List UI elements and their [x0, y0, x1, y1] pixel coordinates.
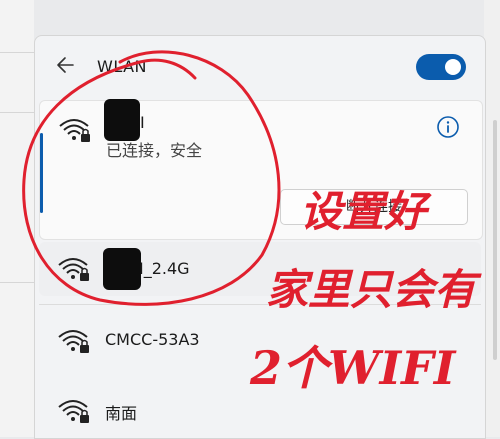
- back-arrow-icon[interactable]: [55, 54, 77, 76]
- network-name: 南面: [105, 404, 138, 423]
- wifi-secured-icon: [58, 330, 89, 353]
- background-divider: [0, 52, 34, 53]
- scrollbar[interactable]: [493, 120, 497, 360]
- background-divider: [0, 282, 34, 283]
- connection-status: 已连接，安全: [106, 141, 203, 160]
- background-scroll-area: [484, 0, 500, 437]
- wifi-secured-icon: [58, 400, 89, 423]
- info-icon[interactable]: [436, 115, 460, 139]
- toggle-knob: [445, 59, 461, 75]
- annotation-line-1: 设置好: [300, 187, 427, 236]
- wifi-secured-icon: [59, 119, 90, 142]
- annotation-line-3: 2个WIFI: [250, 341, 456, 395]
- page-title: WLAN: [97, 57, 148, 76]
- wifi-secured-icon: [58, 258, 89, 281]
- redaction-mark: [104, 99, 140, 141]
- annotation-line-2: 家里只会有: [266, 265, 477, 314]
- redaction-mark: [103, 248, 141, 290]
- wlan-toggle[interactable]: [416, 54, 466, 80]
- background-divider: [0, 112, 34, 113]
- wlan-header: WLAN: [35, 36, 485, 94]
- background-window-edge: [0, 0, 34, 437]
- selected-indicator: [40, 133, 43, 213]
- network-name: I: [140, 113, 145, 132]
- network-name: I_2.4G: [139, 259, 190, 278]
- network-name: CMCC-53A3: [105, 330, 200, 349]
